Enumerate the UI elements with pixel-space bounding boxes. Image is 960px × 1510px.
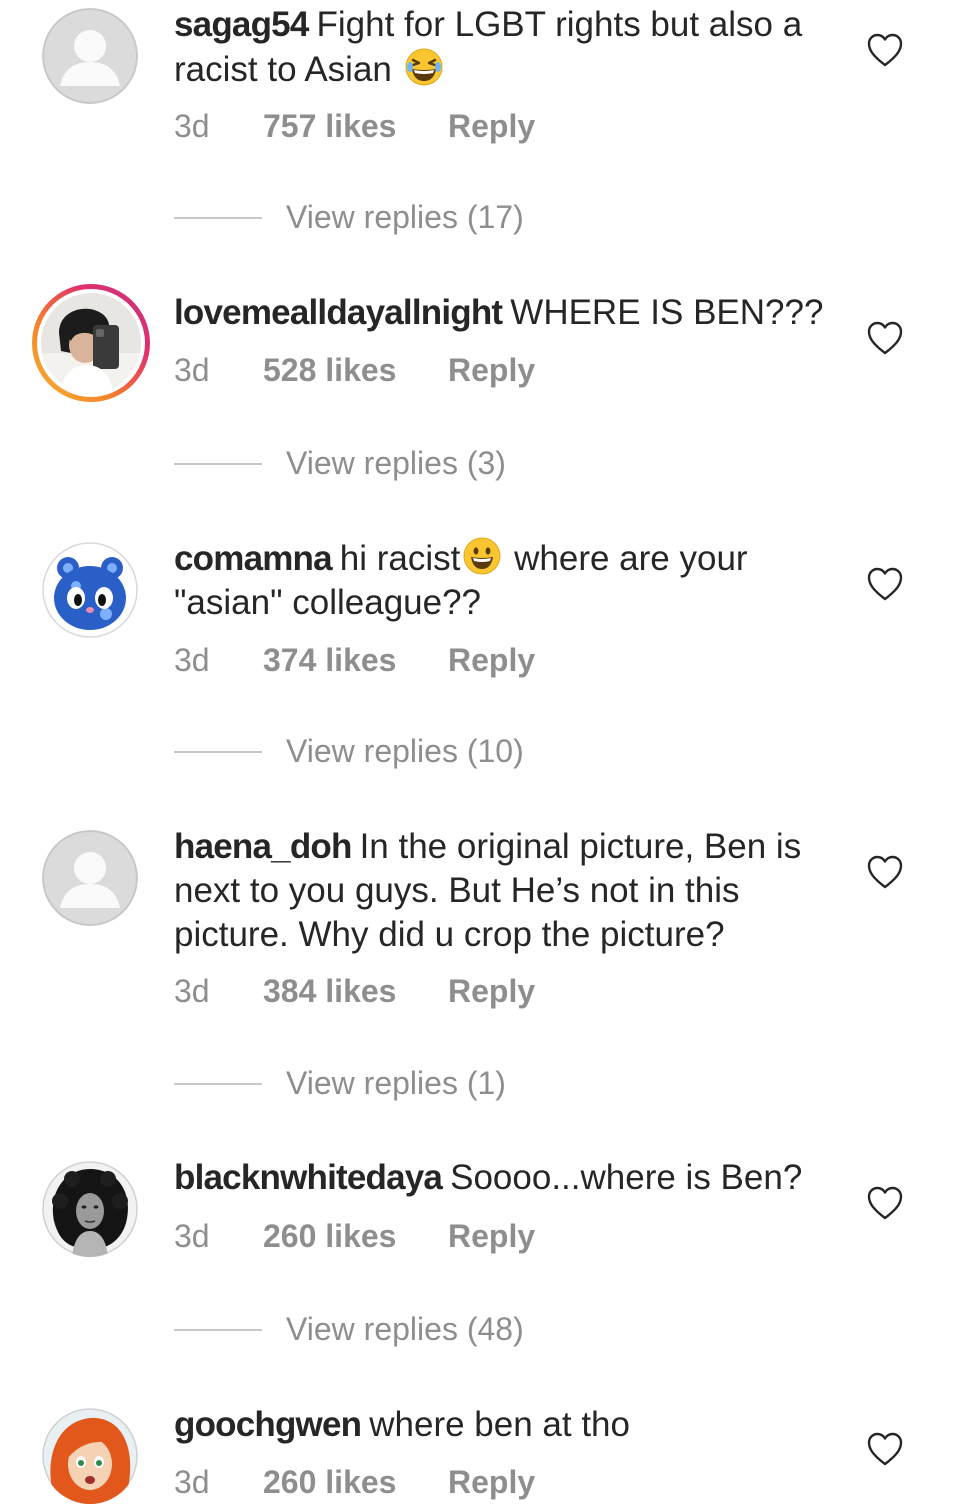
- comment-text-part-1: hi racist: [339, 539, 461, 578]
- reply-button[interactable]: Reply: [448, 969, 535, 1013]
- comment-username[interactable]: haena_doh: [174, 827, 352, 866]
- heart-icon[interactable]: [866, 566, 904, 602]
- story-avatar[interactable]: [32, 284, 150, 402]
- comment-time: 3d: [174, 642, 210, 678]
- view-replies-label: View replies (10): [286, 733, 524, 769]
- comment-username[interactable]: blacknwhitedaya: [174, 1158, 443, 1197]
- view-replies-label: View replies (3): [286, 445, 506, 481]
- view-replies-label: View replies (1): [286, 1065, 506, 1101]
- comment-time: 3d: [174, 1464, 210, 1500]
- default-avatar-icon[interactable]: [42, 830, 138, 926]
- grinning-face-emoji-icon: [463, 537, 501, 575]
- comment-time: 3d: [174, 352, 210, 388]
- replies-divider: [174, 463, 262, 465]
- comment-body: comamna hi racist where are your "asian" …: [174, 536, 834, 625]
- comment-body: blacknwhitedaya Soooo...where is Ben?: [174, 1156, 834, 1200]
- comment-likes[interactable]: 260 likes: [263, 1214, 396, 1258]
- comment-likes[interactable]: 528 likes: [263, 348, 396, 392]
- comment-time: 3d: [174, 108, 210, 144]
- selfie-avatar-icon: [41, 293, 141, 393]
- comment-username[interactable]: sagag54: [174, 5, 309, 44]
- view-replies-label: View replies (17): [286, 199, 524, 235]
- replies-divider: [174, 1329, 262, 1331]
- reply-button[interactable]: Reply: [448, 1460, 535, 1504]
- comment-username[interactable]: comamna: [174, 539, 333, 578]
- view-replies-label: View replies (48): [286, 1311, 524, 1347]
- cartoon-avatar-icon[interactable]: [42, 542, 138, 638]
- comment-body: goochgwen where ben at tho: [174, 1403, 834, 1447]
- reply-button[interactable]: Reply: [448, 104, 535, 148]
- heart-icon[interactable]: [866, 32, 904, 68]
- comment-time: 3d: [174, 973, 210, 1009]
- comment-body: haena_doh In the original picture, Ben is…: [174, 825, 834, 957]
- heart-icon[interactable]: [866, 854, 904, 890]
- avatar-frame: [37, 289, 145, 397]
- comment-body: sagag54 Fight for LGBT rights but also a …: [174, 3, 834, 92]
- comment-text: Soooo...where is Ben?: [450, 1158, 803, 1197]
- replies-divider: [174, 751, 262, 753]
- heart-icon[interactable]: [866, 1185, 904, 1221]
- comment-likes[interactable]: 260 likes: [263, 1460, 396, 1504]
- reply-button[interactable]: Reply: [448, 1214, 535, 1258]
- comment-text: WHERE IS BEN???: [510, 293, 824, 332]
- reply-button[interactable]: Reply: [448, 638, 535, 682]
- replies-divider: [174, 217, 262, 219]
- grinning-squinting-emoji-icon: [405, 48, 443, 86]
- comment-body: lovemealldayallnight WHERE IS BEN???: [174, 291, 834, 335]
- heart-icon[interactable]: [866, 320, 904, 356]
- comment-likes[interactable]: 384 likes: [263, 969, 396, 1013]
- default-avatar-icon[interactable]: [42, 8, 138, 104]
- heart-icon[interactable]: [866, 1431, 904, 1467]
- replies-divider: [174, 1083, 262, 1085]
- comment-username[interactable]: goochgwen: [174, 1405, 362, 1444]
- photo-avatar-icon[interactable]: [42, 1161, 138, 1257]
- cartoon-girl-avatar-icon[interactable]: [42, 1408, 138, 1504]
- comment-username[interactable]: lovemealldayallnight: [174, 293, 503, 332]
- comment-time: 3d: [174, 1218, 210, 1254]
- comment-likes[interactable]: 757 likes: [263, 104, 396, 148]
- comment-likes[interactable]: 374 likes: [263, 638, 396, 682]
- comment-text: where ben at tho: [369, 1405, 630, 1444]
- reply-button[interactable]: Reply: [448, 348, 535, 392]
